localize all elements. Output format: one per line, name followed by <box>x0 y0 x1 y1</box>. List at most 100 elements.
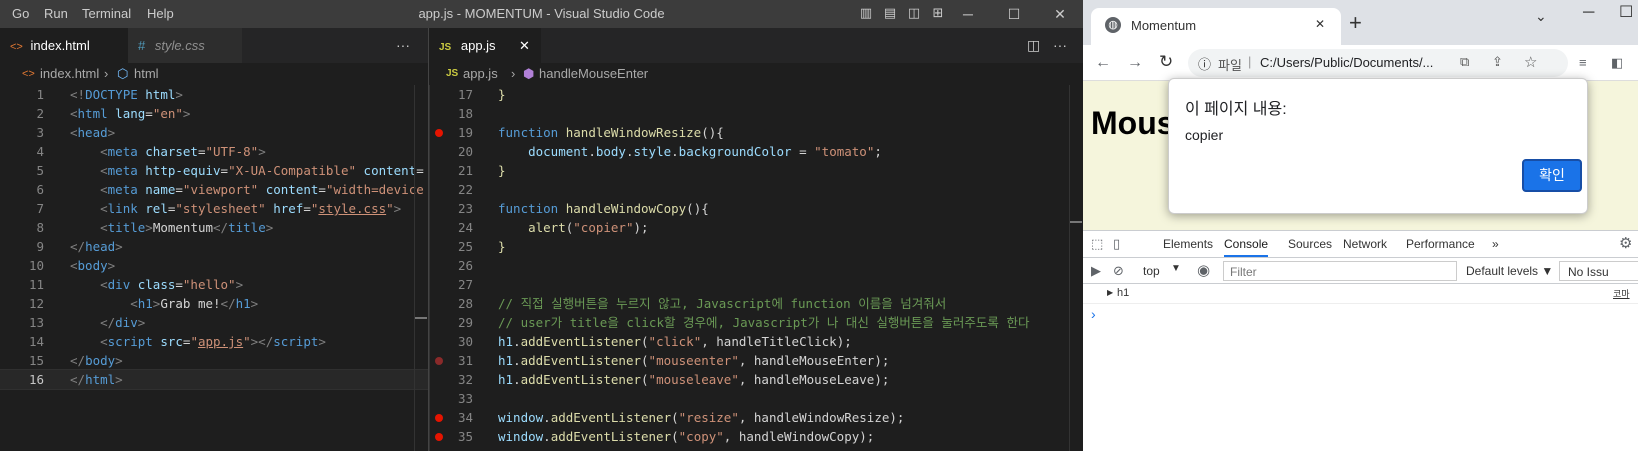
more-tabs-icon[interactable]: » <box>1492 231 1499 257</box>
close-button[interactable]: ✕ <box>1037 0 1083 28</box>
code-line[interactable]: 24 alert("copier"); <box>429 218 1083 237</box>
devtools-tab-network[interactable]: Network <box>1343 231 1387 257</box>
breadcrumb-file[interactable]: index.html <box>40 63 99 85</box>
side-panel-icon[interactable]: ◧ <box>1611 53 1623 73</box>
bookmark-star-icon[interactable]: ☆ <box>1524 53 1537 71</box>
minimize-button[interactable]: ─ <box>1583 4 1594 22</box>
chevron-right-icon: › <box>104 66 109 81</box>
close-icon[interactable]: ✕ <box>1315 17 1325 31</box>
code-line[interactable]: 6 <meta name="viewport" content="width=d… <box>0 180 428 199</box>
code-line[interactable]: 20 document.body.style.backgroundColor =… <box>429 142 1083 161</box>
code-line[interactable]: 13 </div> <box>0 313 428 332</box>
filter-input[interactable]: Filter <box>1223 261 1457 281</box>
code-editor-right[interactable]: 17} 18 19 function handleWindowResize(){20 … <box>429 85 1083 446</box>
code-line[interactable]: 17} <box>429 85 1083 104</box>
code-line[interactable]: 21} <box>429 161 1083 180</box>
info-icon[interactable]: ⓘ <box>1198 54 1211 73</box>
devtools-tab-console[interactable]: Console <box>1224 231 1269 257</box>
clear-console-icon[interactable]: ⊘ <box>1113 261 1124 281</box>
tab-search-icon[interactable]: ⌄ <box>1535 8 1547 25</box>
customize-layout-icon[interactable]: ⊞ <box>930 5 946 21</box>
code-line[interactable]: 18 <box>429 104 1083 123</box>
breadcrumb-file[interactable]: app.js <box>463 63 498 85</box>
settings-gear-icon[interactable]: ⚙ <box>1619 234 1632 254</box>
tab-index-html[interactable]: <> index.html <box>0 28 128 63</box>
code-line[interactable]: 35 window.addEventListener("copy", handle… <box>429 427 1083 446</box>
code-line[interactable]: 3 <head> <box>0 123 428 142</box>
forward-icon[interactable]: → <box>1127 53 1143 73</box>
code-line[interactable]: 30 h1.addEventListener("click", handleTit… <box>429 332 1083 351</box>
menu-go[interactable]: Go <box>12 6 29 21</box>
code-line[interactable]: 11 <div class="hello"> <box>0 275 428 294</box>
code-line[interactable]: 23 function handleWindowCopy(){ <box>429 199 1083 218</box>
code-editor-left[interactable]: 1 <!DOCTYPE html> 2 <html lang="en"> 3 <head>… <box>0 85 429 390</box>
code-line[interactable]: 29 // user가 title을 click할 경우에, Javascript… <box>429 313 1083 332</box>
code-line[interactable]: 4 <meta charset="UTF-8"> <box>0 142 428 161</box>
sidebar-toggle-icon[interactable]: ▶ <box>1091 261 1101 281</box>
expand-triangle-icon[interactable]: ▶ <box>1107 288 1113 297</box>
maximize-button[interactable]: ☐ <box>1619 2 1633 22</box>
code-line[interactable]: 19 function handleWindowResize(){ <box>429 123 1083 142</box>
code-line[interactable]: 32 h1.addEventListener("mouseleave", hand… <box>429 370 1083 389</box>
devtools-tab-elements[interactable]: Elements <box>1163 231 1213 257</box>
device-toolbar-icon[interactable]: ▯ <box>1113 234 1120 254</box>
console-log-entry[interactable]: ▶ h1 코마 <box>1083 284 1638 304</box>
code-line[interactable]: 15 </body> <box>0 351 428 370</box>
code-line[interactable]: 34 window.addEventListener("resize", hand… <box>429 408 1083 427</box>
devtools-tab-sources[interactable]: Sources <box>1288 231 1332 257</box>
code-line[interactable]: 9 </head> <box>0 237 428 256</box>
code-line[interactable]: 27 <box>429 275 1083 294</box>
tab-app-js[interactable]: JS app.js ✕ <box>429 28 541 63</box>
scrollbar-left[interactable] <box>414 85 428 451</box>
menu-help[interactable]: Help <box>147 6 174 21</box>
back-icon[interactable]: ← <box>1095 53 1111 73</box>
code-line[interactable]: 33 <box>429 389 1083 408</box>
more-actions-icon[interactable]: ··· <box>396 28 410 63</box>
reading-list-icon[interactable]: ≡ <box>1579 53 1587 73</box>
devtools-tab-performance[interactable]: Performance <box>1406 231 1475 257</box>
split-editor-icon[interactable]: ◫ <box>1027 28 1040 63</box>
share-icon[interactable]: ⇪ <box>1492 54 1503 70</box>
code-line[interactable]: 2 <html lang="en"> <box>0 104 428 123</box>
maximize-button[interactable]: ☐ <box>991 0 1037 28</box>
code-line[interactable]: 7 <link rel="stylesheet" href="style.css… <box>0 199 428 218</box>
minimize-button[interactable]: ─ <box>945 0 991 28</box>
chrome-tab-momentum[interactable]: ◍ Momentum ✕ <box>1091 8 1341 45</box>
toggle-panel-icon[interactable]: ▤ <box>882 5 898 21</box>
code-line[interactable]: 8 <title>Momentum</title> <box>0 218 428 237</box>
code-line[interactable]: 31 h1.addEventListener("mouseenter", hand… <box>429 351 1083 370</box>
log-levels-dropdown[interactable]: Default levels ▼ <box>1466 264 1553 278</box>
issues-button[interactable]: No Issu <box>1559 261 1638 281</box>
code-line[interactable]: 25} <box>429 237 1083 256</box>
code-line[interactable]: 22 <box>429 180 1083 199</box>
code-line[interactable]: 12 <h1>Grab me!</h1> <box>0 294 428 313</box>
menu-run[interactable]: Run <box>44 6 68 21</box>
eye-icon[interactable]: ◉ <box>1197 261 1210 281</box>
code-line[interactable]: 1 <!DOCTYPE html> <box>0 85 428 104</box>
toggle-secondary-sidebar-icon[interactable]: ◫ <box>906 5 922 21</box>
new-tab-button[interactable]: + <box>1349 10 1362 36</box>
menu-terminal[interactable]: Terminal <box>82 6 131 21</box>
omnibox[interactable]: ⓘ 파일 | C:/Users/Public/Documents/... ⧉ ⇪… <box>1188 49 1568 77</box>
tab-style-css[interactable]: # style.css <box>128 28 242 63</box>
code-line[interactable]: 5 <meta http-equiv="X-UA-Compatible" con… <box>0 161 428 180</box>
inspect-element-icon[interactable]: ⬚ <box>1091 234 1103 254</box>
close-icon[interactable]: ✕ <box>519 28 530 63</box>
code-line[interactable]: 28 // 직접 실행버튼을 누르지 않고, Javascript에 functi… <box>429 294 1083 313</box>
reload-icon[interactable]: ↻ <box>1159 52 1173 72</box>
alert-ok-button[interactable]: 확인 <box>1522 159 1582 192</box>
source-link[interactable]: 코마 <box>1613 287 1630 300</box>
scrollbar-right[interactable] <box>1069 85 1083 451</box>
translate-icon[interactable]: ⧉ <box>1460 54 1469 70</box>
breadcrumb-symbol[interactable]: html <box>134 63 159 85</box>
code-line[interactable]: 10 <body> <box>0 256 428 275</box>
more-actions-icon[interactable]: ··· <box>1053 28 1067 63</box>
code-line[interactable]: 14 <script src="app.js"></script> <box>0 332 428 351</box>
page-heading[interactable]: Mous <box>1091 105 1175 142</box>
console-prompt[interactable]: › <box>1091 306 1096 322</box>
context-selector[interactable]: top <box>1143 264 1160 278</box>
code-line[interactable]: 16 </html> <box>0 369 429 390</box>
code-line[interactable]: 26 <box>429 256 1083 275</box>
breadcrumb-symbol[interactable]: handleMouseEnter <box>539 63 648 85</box>
toggle-primary-sidebar-icon[interactable]: ▥ <box>858 5 874 21</box>
